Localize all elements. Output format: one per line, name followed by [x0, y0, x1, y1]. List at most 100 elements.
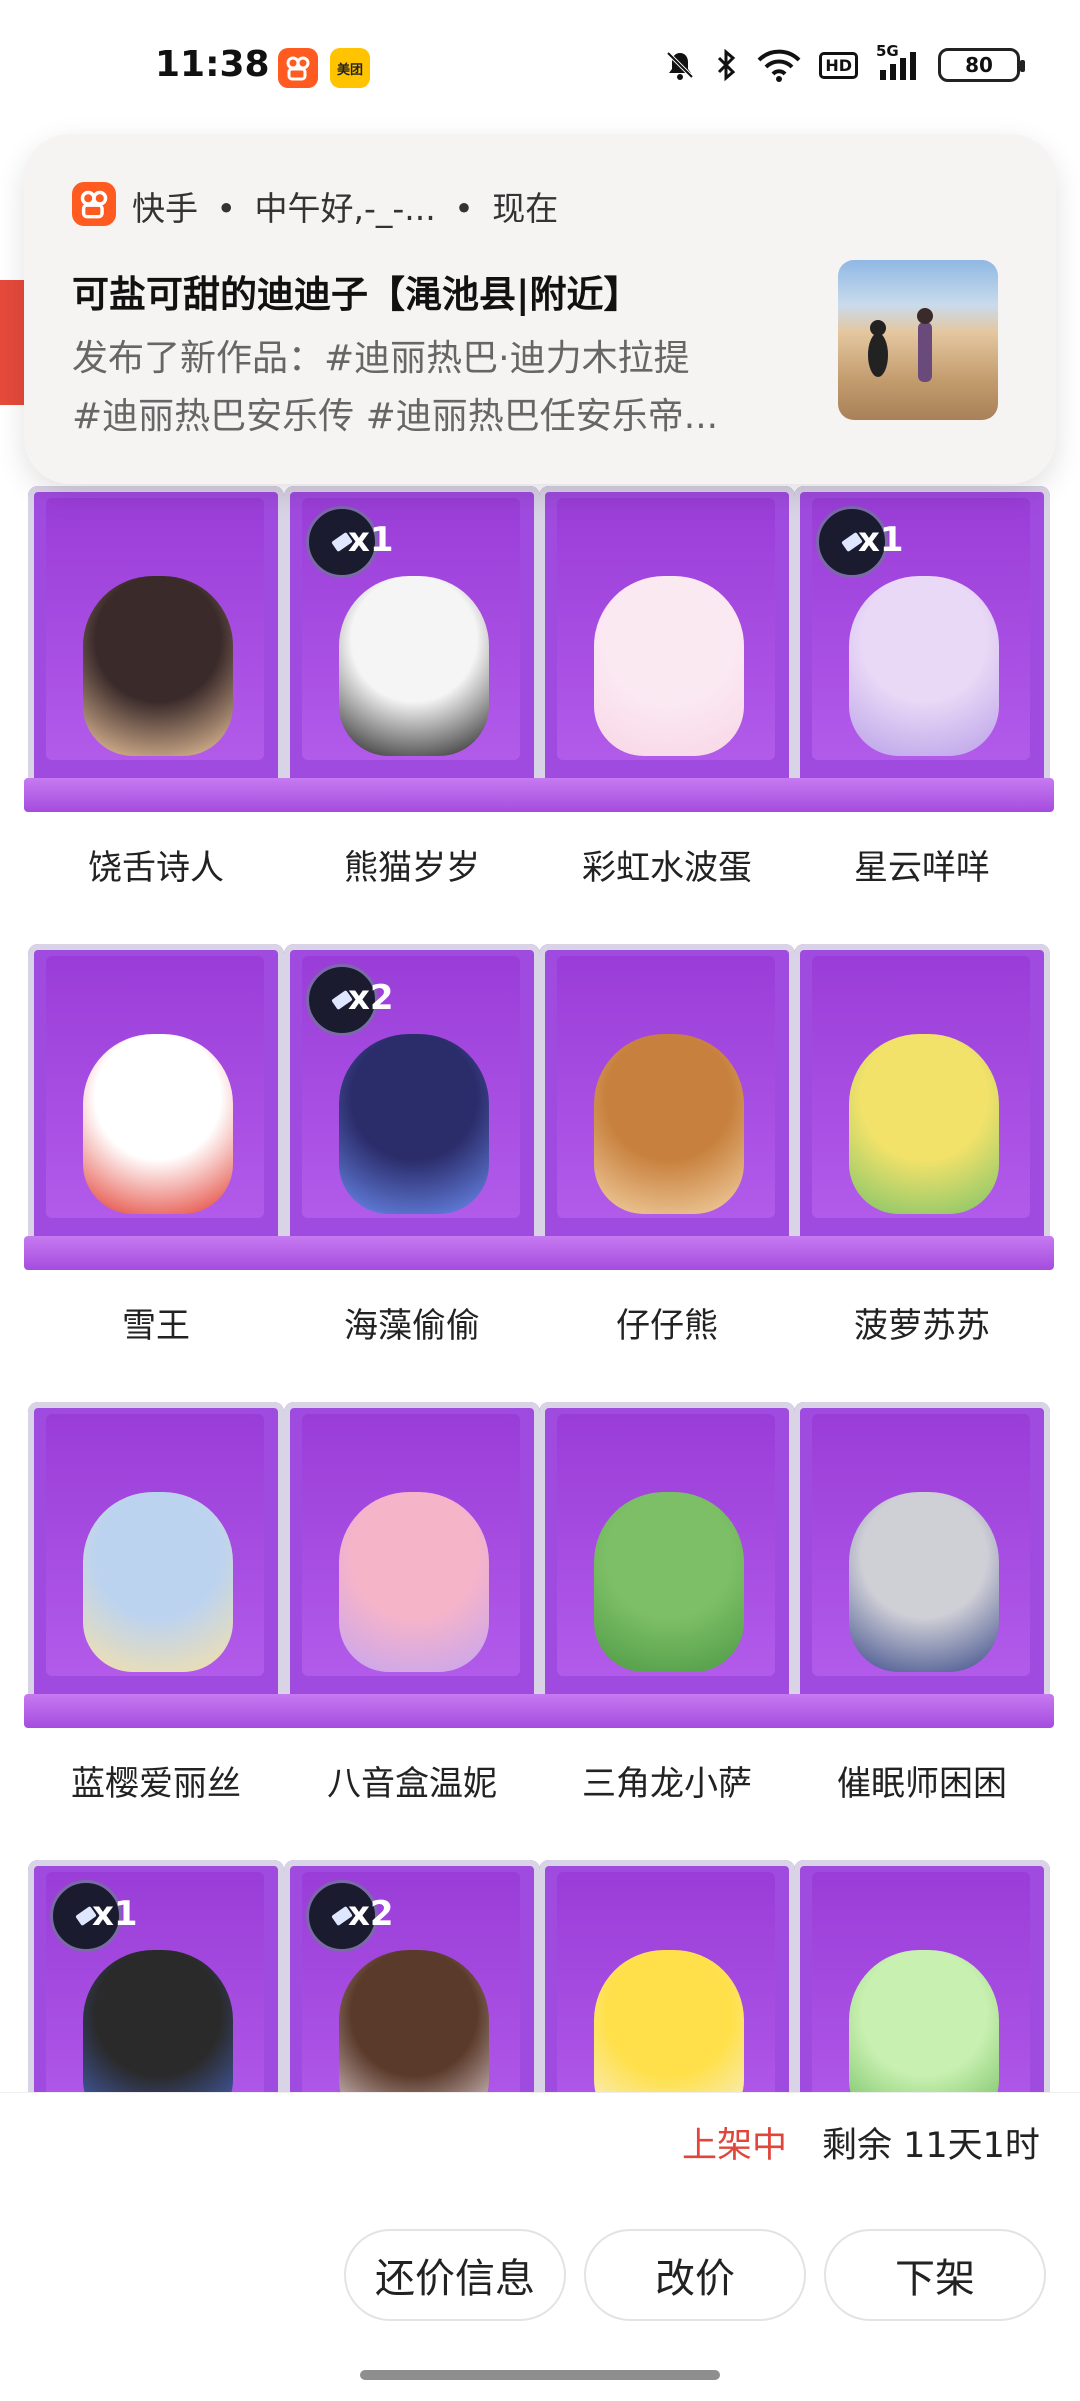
toy-figure-image — [594, 1492, 744, 1672]
badge-count: x1 — [348, 520, 394, 560]
battery-icon: 80 — [938, 48, 1025, 82]
toy-card[interactable]: 仔仔熊 — [535, 938, 799, 1378]
toy-name: 菠萝苏苏 — [854, 1306, 990, 1346]
display-box — [790, 944, 1054, 1270]
notification-greeting: 中午好,-_-... — [254, 189, 436, 228]
wifi-icon — [757, 48, 801, 82]
notification-body: 发布了新作品：#迪丽热巴·迪力木拉提 #迪丽热巴安乐传 #迪丽热巴任安乐帝... — [72, 330, 832, 446]
display-box: x1 — [280, 486, 544, 812]
kuaishou-icon — [72, 182, 116, 226]
box-base — [535, 778, 799, 812]
toy-name: 仔仔熊 — [616, 1306, 718, 1346]
separator: • — [454, 189, 474, 228]
toy-card[interactable]: 饶舌诗人 — [24, 480, 288, 920]
badge-count: x2 — [348, 1894, 394, 1934]
toy-card[interactable]: x1 熊猫岁岁 — [280, 480, 544, 920]
toy-name: 海藻偷偷 — [344, 1306, 480, 1346]
toy-name: 雪王 — [122, 1306, 190, 1346]
toy-card[interactable]: 八音盒温妮 — [280, 1396, 544, 1836]
notification-app-name: 快手 — [132, 189, 198, 228]
box-base — [535, 1236, 799, 1270]
box-base — [790, 778, 1054, 812]
toy-figure-image — [339, 1034, 489, 1214]
quantity-badge: x1 — [50, 1880, 160, 1952]
badge-count: x2 — [348, 978, 394, 1018]
bluetooth-icon — [715, 48, 739, 82]
notification-header: 快手 • 中午好,-_-... • 现在 — [132, 182, 558, 230]
box-base — [24, 1694, 288, 1728]
display-box — [280, 1402, 544, 1728]
toy-card[interactable]: 蓝樱爱丽丝 — [24, 1396, 288, 1836]
box-base — [24, 778, 288, 812]
display-box — [535, 486, 799, 812]
signal-label: 5G — [876, 42, 899, 60]
toy-card[interactable]: x1 星云咩咩 — [790, 480, 1054, 920]
display-box — [790, 1402, 1054, 1728]
cellular-signal-icon: 5G — [876, 42, 920, 82]
bargain-info-button[interactable]: 还价信息 — [344, 2229, 566, 2321]
toy-name: 八音盒温妮 — [327, 1764, 497, 1804]
listing-status: 上架中 — [682, 2126, 788, 2166]
mute-bell-icon — [663, 48, 697, 82]
toy-figure-image — [83, 576, 233, 756]
toy-card[interactable]: 彩虹水波蛋 — [535, 480, 799, 920]
toy-figure-image — [849, 576, 999, 756]
badge-count: x1 — [858, 520, 904, 560]
listing-panel: 上架中 剩余 11天1时 还价信息 改价 下架 — [0, 2092, 1080, 2401]
toy-name: 蓝樱爱丽丝 — [71, 1764, 241, 1804]
toy-card[interactable]: 三角龙小萨 — [535, 1396, 799, 1836]
toy-card[interactable]: 菠萝苏苏 — [790, 938, 1054, 1378]
toy-figure-image — [849, 1492, 999, 1672]
display-box — [24, 1402, 288, 1728]
display-box — [535, 944, 799, 1270]
box-base — [280, 1694, 544, 1728]
meituan-icon: 美团 — [330, 48, 370, 88]
quantity-badge: x2 — [306, 964, 416, 1036]
toy-name: 催眠师困困 — [837, 1764, 1007, 1804]
display-box — [24, 944, 288, 1270]
box-base — [280, 1236, 544, 1270]
toy-name: 熊猫岁岁 — [344, 848, 480, 888]
toy-name: 饶舌诗人 — [88, 848, 224, 888]
display-box: x1 — [790, 486, 1054, 812]
hd-label: HD — [819, 51, 858, 79]
notification-body-line: #迪丽热巴安乐传 #迪丽热巴任安乐帝... — [72, 396, 719, 437]
notification-title: 可盐可甜的迪迪子【渑池县|附近】 — [72, 273, 641, 316]
toy-figure-image — [83, 1492, 233, 1672]
toy-card[interactable]: 雪王 — [24, 938, 288, 1378]
display-box: x2 — [280, 944, 544, 1270]
toy-card[interactable]: x2 海藻偷偷 — [280, 938, 544, 1378]
toy-name: 三角龙小萨 — [582, 1764, 752, 1804]
separator: • — [216, 189, 236, 228]
toy-figure-image — [594, 576, 744, 756]
status-bar: 11:38 美团 HD 5G 80 — [0, 0, 1080, 140]
toy-card[interactable]: 催眠师困困 — [790, 1396, 1054, 1836]
background-tab-marker — [0, 280, 24, 405]
quantity-badge: x2 — [306, 1880, 416, 1952]
toy-name: 星云咩咩 — [854, 848, 990, 888]
display-box — [535, 1402, 799, 1728]
kuaishou-icon — [278, 48, 318, 88]
delist-button[interactable]: 下架 — [824, 2229, 1046, 2321]
toy-figure-image — [83, 1034, 233, 1214]
notification-banner[interactable]: 快手 • 中午好,-_-... • 现在 可盐可甜的迪迪子【渑池县|附近】 发布… — [24, 134, 1056, 484]
notification-time: 现在 — [492, 189, 559, 228]
box-base — [535, 1694, 799, 1728]
change-price-button[interactable]: 改价 — [584, 2229, 806, 2321]
quantity-badge: x1 — [816, 506, 926, 578]
box-base — [24, 1236, 288, 1270]
box-base — [790, 1236, 1054, 1270]
notification-thumbnail — [838, 260, 998, 420]
quantity-badge: x1 — [306, 506, 416, 578]
display-box — [24, 486, 288, 812]
toy-figure-image — [849, 1034, 999, 1214]
toy-figure-image — [594, 1034, 744, 1214]
status-icons: HD 5G 80 — [663, 42, 1025, 88]
box-base — [280, 778, 544, 812]
toy-name: 彩虹水波蛋 — [582, 848, 752, 888]
status-time: 11:38 — [155, 44, 270, 85]
home-indicator[interactable] — [360, 2370, 720, 2380]
toy-figure-image — [339, 576, 489, 756]
box-base — [790, 1694, 1054, 1728]
hd-icon: HD — [819, 51, 858, 79]
